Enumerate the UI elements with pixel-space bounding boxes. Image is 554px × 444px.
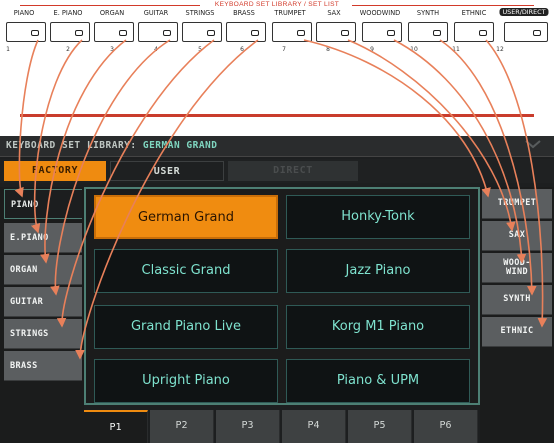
button-number: 1 [6,46,10,53]
category-label-user-direct: USER/DIRECT [499,8,549,16]
page-tab-p1[interactable]: P1 [84,410,148,443]
category-button-guitar[interactable] [138,22,178,42]
sound-button-honky-tonk[interactable]: Honky-Tonk [286,195,470,239]
tab-direct[interactable]: DIRECT [228,161,358,181]
category-tab-strings[interactable]: STRINGS [4,319,82,349]
sound-button-grand-piano-live[interactable]: Grand Piano Live [94,305,278,349]
category-label-trumpet: TRUMPET [274,9,306,17]
keyboard-set-caption: KEYBOARD SET LIBRARY / SET LIST [214,1,340,8]
button-number: 8 [326,46,330,53]
button-number: 5 [198,46,202,53]
category-label-organ: ORGAN [99,9,125,17]
page-title-value: GERMAN GRAND [142,140,218,151]
page-title: KEYBOARD SET LIBRARY: GERMAN GRAND [6,140,217,151]
category-tab-brass[interactable]: BRASS [4,351,82,381]
right-category-column: TRUMPET SAX WOOD- WIND SYNTH ETHNIC [480,187,554,443]
category-tab-piano[interactable]: PIANO [4,189,82,219]
page-tabs: P1 P2 P3 P4 P5 P6 [84,410,480,443]
led-indicator [75,30,83,36]
button-number: 3 [110,46,114,53]
led-indicator [297,30,305,36]
category-button-synth[interactable] [408,22,448,42]
button-number: 4 [154,46,158,53]
led-indicator [119,30,127,36]
button-number: 2 [66,46,70,53]
sound-button-korg-m1-piano[interactable]: Korg M1 Piano [286,305,470,349]
category-label-synth: SYNTH [416,9,440,17]
category-tab-ethnic[interactable]: ETHNIC [482,317,552,347]
display-header: KEYBOARD SET LIBRARY: GERMAN GRAND [0,136,554,157]
led-indicator [341,30,349,36]
category-tab-trumpet[interactable]: TRUMPET [482,189,552,219]
page-title-label: KEYBOARD SET LIBRARY: [6,140,137,151]
category-button-row [4,22,552,44]
category-button-e-piano[interactable] [50,22,90,42]
tab-factory[interactable]: FACTORY [4,161,106,181]
led-indicator [251,30,259,36]
page-tab-p2[interactable]: P2 [150,410,214,443]
category-tab-woodwind[interactable]: WOOD- WIND [482,253,552,283]
section-divider [20,114,534,117]
sound-grid: German Grand Honky-Tonk Classic Grand Ja… [84,187,480,405]
chevron-down-icon[interactable] [524,138,542,150]
category-button-ethnic[interactable] [454,22,494,42]
category-labels: PIANO E. PIANO ORGAN GUITAR STRINGS BRAS… [0,8,554,21]
category-tab-guitar[interactable]: GUITAR [4,287,82,317]
sound-button-upright-piano[interactable]: Upright Piano [94,359,278,403]
button-numbers: 1 2 3 4 5 6 7 8 9 10 11 12 [0,46,554,56]
led-indicator [31,30,39,36]
library-tabs: FACTORY USER DIRECT [0,159,554,183]
sound-button-classic-grand[interactable]: Classic Grand [94,249,278,293]
category-label-woodwind: WOODWIND [359,9,401,17]
category-button-piano[interactable] [6,22,46,42]
category-label-ethnic: ETHNIC [461,9,487,17]
led-indicator [207,30,215,36]
button-number: 11 [452,46,460,53]
page-tab-p3[interactable]: P3 [216,410,280,443]
sound-button-jazz-piano[interactable]: Jazz Piano [286,249,470,293]
sound-button-piano-upm[interactable]: Piano & UPM [286,359,470,403]
page-tab-p5[interactable]: P5 [348,410,412,443]
left-category-column: PIANO E.PIANO ORGAN GUITAR STRINGS BRASS [0,187,84,443]
category-label-piano: PIANO [13,9,35,17]
led-indicator [163,30,171,36]
category-button-sax[interactable] [316,22,356,42]
category-label-sax: SAX [327,9,341,17]
led-indicator [433,30,441,36]
category-button-organ[interactable] [94,22,134,42]
button-number: 12 [496,46,504,53]
category-tab-organ[interactable]: ORGAN [4,255,82,285]
category-button-user-direct[interactable] [504,22,548,42]
page-tab-p4[interactable]: P4 [282,410,346,443]
button-number: 9 [370,46,374,53]
button-number: 10 [410,46,418,53]
led-indicator [387,30,395,36]
category-button-trumpet[interactable] [272,22,312,42]
button-number: 7 [282,46,286,53]
category-tab-e-piano[interactable]: E.PIANO [4,223,82,253]
category-button-brass[interactable] [226,22,266,42]
category-tab-sax[interactable]: SAX [482,221,552,251]
tab-user[interactable]: USER [110,161,224,181]
category-label-brass: BRASS [233,9,255,17]
category-tab-synth[interactable]: SYNTH [482,285,552,315]
category-button-woodwind[interactable] [362,22,402,42]
category-label-strings: STRINGS [185,9,215,17]
sound-button-german-grand[interactable]: German Grand [94,195,278,239]
category-button-strings[interactable] [182,22,222,42]
button-number: 6 [240,46,244,53]
category-label-e-piano: E. PIANO [53,9,83,17]
category-label-guitar: GUITAR [143,9,169,17]
page-tab-p6[interactable]: P6 [414,410,478,443]
led-indicator [479,30,487,36]
led-indicator [533,30,541,36]
